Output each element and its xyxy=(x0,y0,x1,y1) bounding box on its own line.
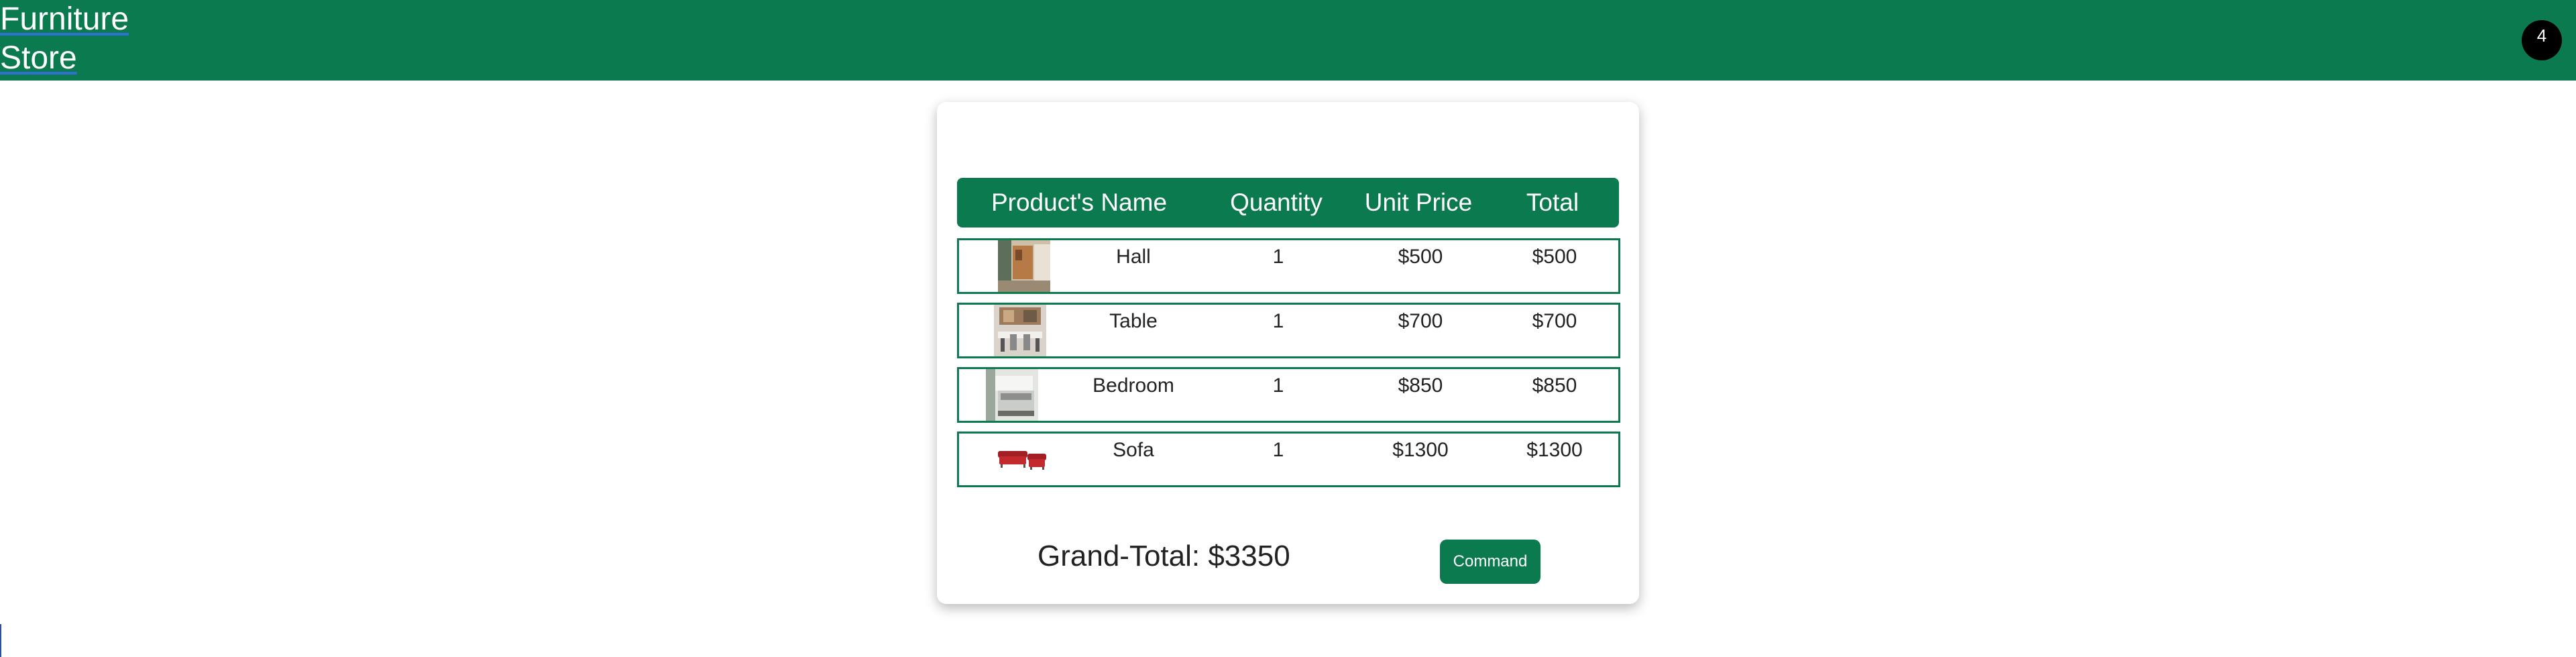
product-name: Table xyxy=(1109,310,1158,332)
product-total: $1300 xyxy=(1526,439,1583,461)
product-total: $700 xyxy=(1532,310,1577,332)
table-row: Table 1 $700 $700 xyxy=(957,303,1620,358)
product-name: Sofa xyxy=(1113,439,1154,461)
header-quantity: Quantity xyxy=(1230,189,1323,216)
brand-line-1: Furniture xyxy=(0,1,129,37)
product-unit-price: $700 xyxy=(1398,310,1443,332)
product-name: Bedroom xyxy=(1093,374,1174,397)
product-unit-price: $500 xyxy=(1398,246,1443,268)
header-product-name: Product's Name xyxy=(991,189,1168,216)
header-total: Total xyxy=(1526,189,1579,216)
text-caret xyxy=(0,624,1,657)
product-total: $500 xyxy=(1532,246,1577,268)
product-quantity: 1 xyxy=(1272,439,1284,461)
product-name: Hall xyxy=(1116,246,1151,268)
product-quantity: 1 xyxy=(1272,374,1284,397)
product-total: $850 xyxy=(1532,374,1577,397)
command-button[interactable]: Command xyxy=(1440,540,1541,584)
cart-count-badge[interactable]: 4 xyxy=(2522,20,2562,60)
bedroom-thumbnail[interactable] xyxy=(986,369,1038,421)
top-navbar: Furniture Store 4 xyxy=(0,0,2576,81)
hall-thumbnail[interactable] xyxy=(998,240,1050,292)
product-unit-price: $1300 xyxy=(1392,439,1449,461)
grand-total: Grand-Total: $3350 xyxy=(1038,540,1290,572)
cart-card: Product's Name Quantity Unit Price Total… xyxy=(937,102,1639,604)
table-row: Bedroom 1 $850 $850 xyxy=(957,367,1620,423)
table-row: Hall 1 $500 $500 xyxy=(957,238,1620,294)
table-header: Product's Name Quantity Unit Price Total xyxy=(957,178,1619,228)
red-sofa-thumbnail[interactable] xyxy=(997,434,1049,485)
product-unit-price: $850 xyxy=(1398,374,1443,397)
brand-link[interactable]: Furniture Store xyxy=(0,0,129,78)
product-quantity: 1 xyxy=(1272,246,1284,268)
dining-table-thumbnail[interactable] xyxy=(994,305,1046,356)
table-row: Sofa 1 $1300 $1300 xyxy=(957,432,1620,487)
header-unit-price: Unit Price xyxy=(1364,189,1473,216)
brand-line-2: Store xyxy=(0,40,77,76)
product-quantity: 1 xyxy=(1272,310,1284,332)
